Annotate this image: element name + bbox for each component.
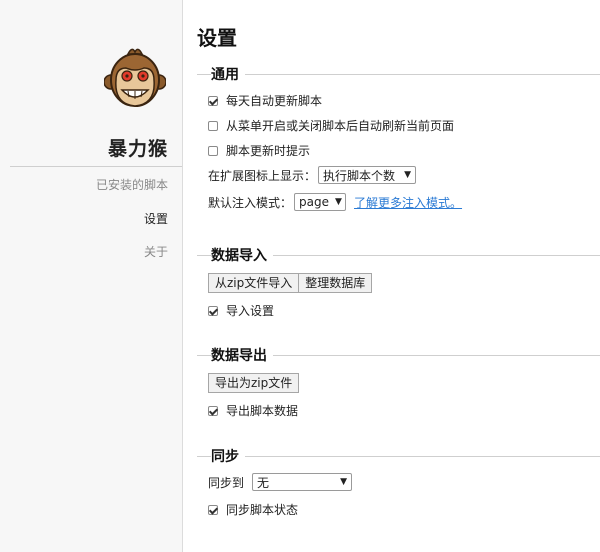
refresh-on-toggle-checkbox[interactable]	[208, 120, 218, 131]
inject-mode-row: 默认注入模式： page ▼ 了解更多注入模式。	[208, 193, 462, 211]
vacuum-database-button[interactable]: 整理数据库	[299, 273, 373, 293]
notify-update-checkbox[interactable]	[208, 145, 218, 156]
chevron-down-icon: ▼	[404, 170, 412, 180]
sync-section-title: 同步	[211, 446, 245, 466]
settings-panel: 设置 通用 每天自动更新脚本 从菜单开启或关闭脚本后自动刷新当前页面 脚本更新时…	[197, 0, 600, 552]
import-settings-label: 导入设置	[226, 304, 275, 318]
sync-section-line	[197, 456, 600, 457]
import-settings-option[interactable]: 导入设置	[208, 302, 274, 319]
monkey-logo-icon	[104, 48, 166, 107]
badge-select[interactable]: 执行脚本个数 ▼	[318, 166, 417, 184]
general-section-line	[197, 74, 600, 75]
chevron-down-icon: ▼	[335, 197, 342, 207]
export-values-checkbox[interactable]	[208, 405, 218, 416]
badge-row: 在扩展图标上显示： 执行脚本个数 ▼	[208, 166, 417, 184]
inject-mode-select[interactable]: page ▼	[294, 193, 347, 211]
sync-state-checkbox[interactable]	[208, 504, 218, 515]
nav-item-settings[interactable]: 设置	[144, 210, 168, 227]
sync-target-label: 同步到	[208, 475, 245, 490]
export-section-title: 数据导出	[211, 345, 273, 365]
sync-state-label: 同步脚本状态	[226, 503, 299, 517]
export-to-zip-button[interactable]: 导出为zip文件	[208, 373, 300, 393]
sync-target-select[interactable]: 无 ▼	[252, 473, 353, 491]
sidebar-divider	[10, 166, 182, 167]
badge-label: 在扩展图标上显示：	[208, 168, 317, 183]
import-from-zip-button[interactable]: 从zip文件导入	[208, 273, 300, 293]
brand-name: 暴力猴	[107, 138, 168, 160]
sync-target-row: 同步到 无 ▼	[208, 473, 353, 491]
chevron-down-icon: ▼	[340, 477, 348, 487]
nav-item-installed-scripts[interactable]: 已安装的脚本	[96, 176, 168, 193]
sidebar: 暴力猴 已安装的脚本 设置 关于	[0, 0, 183, 552]
import-section-title: 数据导入	[211, 245, 273, 265]
auto-update-checkbox[interactable]	[208, 95, 218, 106]
refresh-on-toggle-label: 从菜单开启或关闭脚本后自动刷新当前页面	[226, 119, 455, 133]
page-title: 设置	[197, 26, 237, 50]
refresh-on-toggle-option[interactable]: 从菜单开启或关闭脚本后自动刷新当前页面	[208, 117, 454, 134]
export-values-option[interactable]: 导出脚本数据	[208, 402, 298, 419]
notify-update-label: 脚本更新时提示	[226, 144, 311, 158]
inject-mode-label: 默认注入模式：	[208, 195, 293, 210]
import-settings-checkbox[interactable]	[208, 305, 218, 316]
auto-update-label: 每天自动更新脚本	[226, 94, 323, 108]
app-window: 暴力猴 已安装的脚本 设置 关于 设置 通用 每天自动更新脚本 从菜单开启或关闭…	[0, 0, 600, 552]
general-section-title: 通用	[211, 64, 245, 84]
notify-update-option[interactable]: 脚本更新时提示	[208, 142, 310, 159]
export-buttons: 导出为zip文件	[208, 373, 300, 393]
sync-state-option[interactable]: 同步脚本状态	[208, 501, 298, 518]
export-values-label: 导出脚本数据	[226, 404, 299, 418]
import-buttons: 从zip文件导入 整理数据库	[208, 273, 373, 293]
nav-item-about[interactable]: 关于	[144, 243, 168, 260]
inject-mode-help-link[interactable]: 了解更多注入模式。	[354, 194, 462, 211]
auto-update-option[interactable]: 每天自动更新脚本	[208, 92, 322, 109]
